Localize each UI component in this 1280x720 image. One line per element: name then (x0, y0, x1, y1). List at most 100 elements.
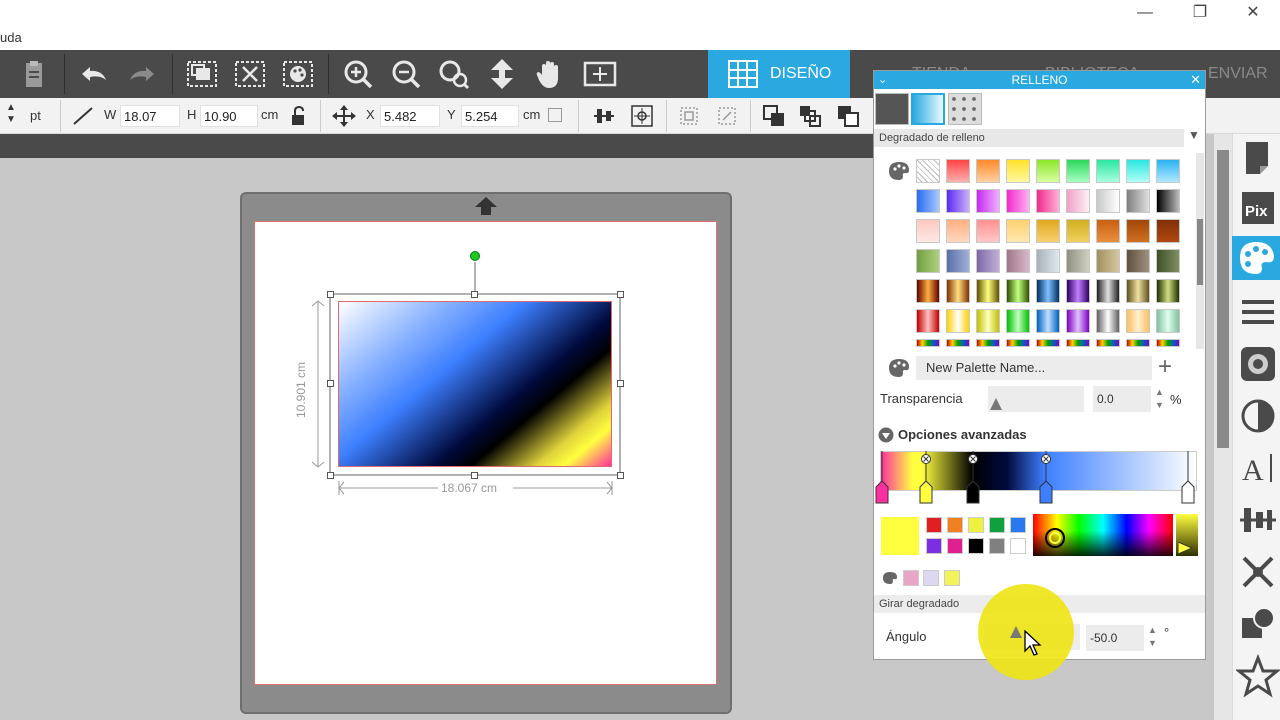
gradient-preset-swatch[interactable] (1096, 339, 1120, 347)
gradient-preset-swatch[interactable] (1156, 309, 1180, 333)
center-icon[interactable] (630, 104, 654, 128)
zoom-in-icon[interactable] (340, 58, 376, 90)
text-style-icon[interactable]: A (1236, 446, 1280, 490)
swatch-scrollbar-thumb[interactable] (1197, 219, 1203, 285)
gradient-preset-swatch[interactable] (1156, 249, 1180, 273)
bring-forward-icon[interactable] (762, 104, 786, 128)
zoom-out-icon[interactable] (388, 58, 424, 90)
gradient-preset-swatch[interactable] (976, 309, 1000, 333)
nest-icon[interactable] (716, 105, 738, 127)
gradient-preset-swatch[interactable] (1066, 249, 1090, 273)
tab-design[interactable]: DISEÑO (708, 50, 850, 98)
align-panel-icon[interactable] (1236, 498, 1280, 542)
send-to-back-icon[interactable] (836, 104, 860, 128)
resize-handle-right[interactable] (617, 380, 624, 387)
pix-scan-icon[interactable]: Pix (1236, 186, 1280, 230)
recent-color-lavender[interactable] (923, 570, 939, 586)
gradient-preset-swatch[interactable] (1006, 249, 1030, 273)
group-icon[interactable] (184, 58, 220, 90)
replicate-icon[interactable] (678, 105, 700, 127)
gradient-preset-swatch[interactable] (976, 189, 1000, 213)
gradient-preset-swatch[interactable] (1156, 219, 1180, 243)
transform-icon[interactable] (1236, 550, 1280, 594)
fill-solid-tab[interactable] (875, 93, 909, 125)
gradient-stop-white[interactable] (1181, 480, 1195, 504)
undo-icon[interactable] (76, 58, 112, 90)
gradient-preset-swatch[interactable] (976, 339, 1000, 347)
page-setup-icon[interactable] (1236, 136, 1280, 180)
fill-panel-button[interactable] (1232, 236, 1280, 280)
gradient-preset-swatch[interactable] (1006, 339, 1030, 347)
gradient-preset-swatch[interactable] (916, 339, 940, 347)
ungroup-icon[interactable] (232, 58, 268, 90)
gradient-preset-swatch[interactable] (976, 249, 1000, 273)
basic-color-swatch[interactable] (1010, 538, 1026, 554)
clipboard-icon[interactable] (16, 58, 52, 90)
gradient-preset-swatch[interactable] (1126, 189, 1150, 213)
gradient-preset-swatch[interactable] (1096, 219, 1120, 243)
gradient-preset-swatch[interactable] (1006, 189, 1030, 213)
gradient-preset-swatch[interactable] (1066, 189, 1090, 213)
contrast-icon[interactable] (1236, 394, 1280, 438)
gradient-preset-swatch[interactable] (1066, 309, 1090, 333)
gradient-preset-swatch[interactable] (1036, 279, 1060, 303)
gradient-preset-swatch[interactable] (946, 249, 970, 273)
fit-to-page-icon[interactable] (582, 58, 618, 90)
gradient-preset-swatch[interactable] (1006, 159, 1030, 183)
gradient-preset-swatch[interactable] (976, 279, 1000, 303)
resize-handle-bottom-left[interactable] (327, 472, 334, 479)
gradient-preset-swatch[interactable] (1036, 189, 1060, 213)
angle-field[interactable]: -50.0 (1086, 625, 1144, 651)
gradient-preset-swatch[interactable] (1096, 249, 1120, 273)
resize-handle-top[interactable] (471, 291, 478, 298)
gradient-preset-swatch[interactable] (946, 309, 970, 333)
transparency-field[interactable]: 0.0 (1093, 386, 1151, 412)
send-backward-icon[interactable] (798, 104, 822, 128)
gradient-preset-swatch[interactable] (1066, 219, 1090, 243)
resize-handle-top-left[interactable] (327, 291, 334, 298)
minimize-button[interactable]: — (1125, 2, 1165, 24)
gradient-preset-swatch[interactable] (946, 219, 970, 243)
gradient-preset-swatch[interactable] (1066, 339, 1090, 347)
height-field[interactable]: 10.90 (200, 105, 258, 127)
gradient-preset-swatch[interactable] (1096, 189, 1120, 213)
panel-close-icon[interactable]: ✕ (1190, 71, 1201, 89)
gradient-preset-swatch[interactable] (916, 279, 940, 303)
gradient-stop-pink[interactable] (875, 480, 889, 504)
transparency-stepper[interactable]: ▲ ▼ (1155, 386, 1164, 412)
gradient-preset-swatch[interactable] (1096, 279, 1120, 303)
gradient-preset-swatch[interactable] (976, 159, 1000, 183)
width-field[interactable]: 18.07 (120, 105, 180, 127)
fill-palette-tool-icon[interactable] (280, 58, 316, 90)
gradient-preset-swatch[interactable] (1126, 159, 1150, 183)
angle-slider-handle-icon[interactable] (1010, 626, 1022, 638)
gradient-preset-swatch[interactable] (1036, 219, 1060, 243)
gradient-preset-swatch[interactable] (946, 279, 970, 303)
basic-color-swatch[interactable] (1010, 517, 1026, 533)
menu-help-partial[interactable]: uda (0, 30, 22, 45)
gradient-preset-swatch[interactable] (1156, 279, 1180, 303)
gradient-preset-swatch[interactable] (1036, 309, 1060, 333)
resize-handle-bottom-right[interactable] (617, 472, 624, 479)
gradient-preset-swatch[interactable] (946, 339, 970, 347)
gradient-preset-swatch[interactable] (1036, 339, 1060, 347)
fill-pattern-tab[interactable] (948, 93, 982, 125)
gradient-preset-swatch[interactable] (1126, 249, 1150, 273)
add-palette-icon[interactable]: + (1158, 353, 1172, 381)
line-style-icon[interactable] (1236, 290, 1280, 334)
basic-color-swatch[interactable] (926, 538, 942, 554)
recent-color-yellow[interactable] (944, 570, 960, 586)
favorites-star-icon[interactable] (1236, 654, 1280, 698)
gradient-preset-swatch[interactable] (1126, 309, 1150, 333)
basic-color-swatch[interactable] (926, 517, 942, 533)
gradient-preset-swatch[interactable] (1096, 159, 1120, 183)
gradient-preset-swatch[interactable] (1066, 279, 1090, 303)
move-icon[interactable] (332, 105, 356, 127)
section-dropdown-icon[interactable]: ▼ (1188, 128, 1200, 142)
fill-pattern-icon[interactable] (1236, 342, 1280, 386)
fill-gradient-tab[interactable] (911, 93, 945, 125)
y-position-field[interactable]: 5.254 (461, 105, 519, 127)
unit-stepper[interactable]: ▲ ▼ (6, 102, 16, 126)
angle-stepper[interactable]: ▲ ▼ (1148, 624, 1157, 650)
gradient-preset-swatch[interactable] (1006, 309, 1030, 333)
